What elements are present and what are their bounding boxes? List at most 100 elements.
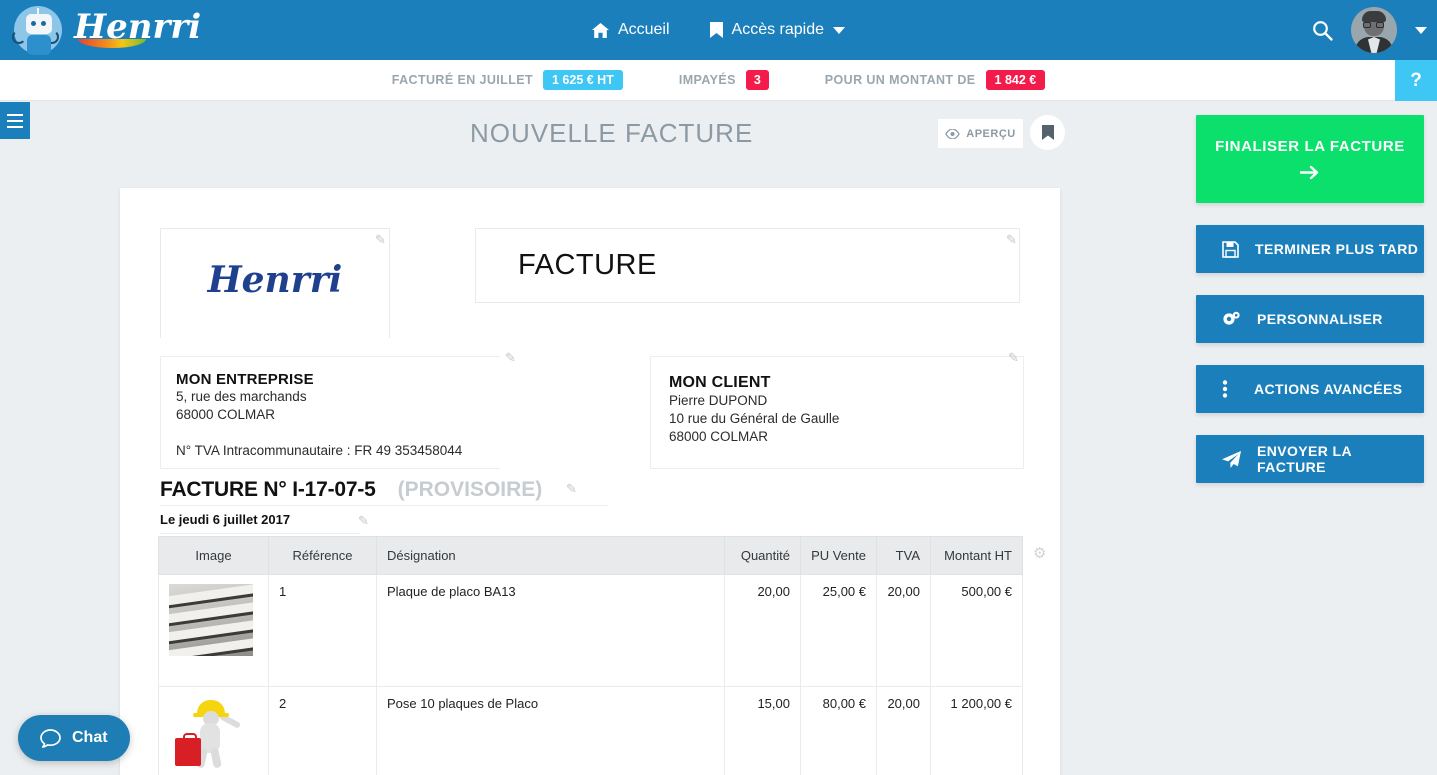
eye-icon — [945, 128, 960, 139]
save-for-later-button[interactable]: TERMINER PLUS TARD — [1196, 225, 1424, 273]
column-header-quantite: Quantité — [724, 536, 801, 575]
bookmark-icon — [1041, 125, 1054, 140]
column-header-image: Image — [158, 536, 269, 575]
home-icon — [591, 22, 609, 38]
edit-pencil-icon[interactable]: ✎ — [358, 514, 369, 527]
worker-thumbnail — [169, 696, 253, 768]
invoice-number: FACTURE N° I-17-07-5 — [160, 477, 376, 501]
paper-plane-icon — [1222, 450, 1241, 468]
nav-item-accueil[interactable]: Accueil — [591, 21, 670, 39]
cell-quantite: 15,00 — [724, 686, 801, 775]
invoice-doctype-block[interactable]: FACTURE — [475, 228, 1020, 303]
cell-designation: Plaque de placo BA13 — [376, 574, 725, 687]
cell-montant-ht: 1 200,00 € — [930, 686, 1023, 775]
customize-button[interactable]: PERSONNALISER — [1196, 295, 1424, 343]
chat-bubble-icon — [40, 728, 61, 748]
edit-pencil-icon[interactable]: ✎ — [1006, 233, 1017, 246]
cell-montant-ht: 500,00 € — [930, 574, 1023, 687]
cell-reference: 2 — [268, 686, 377, 775]
sidebar-toggle-hamburger-icon[interactable] — [0, 102, 30, 139]
cell-reference: 1 — [268, 574, 377, 687]
plaque-thumbnail — [169, 584, 253, 656]
stat-label: POUR UN MONTANT DE — [824, 73, 976, 87]
column-header-designation: Désignation — [376, 536, 725, 575]
stats-bar: FACTURÉ EN JUILLET 1 625 € HT IMPAYÉS 3 … — [0, 60, 1437, 101]
table-settings-gear-icon[interactable]: ⚙ — [1033, 544, 1046, 562]
search-icon[interactable] — [1312, 20, 1333, 41]
actions-sidebar: FINALISER LA FACTURE TERMINER PLUS TARD … — [1181, 101, 1437, 775]
column-header-pu-vente: PU Vente — [800, 536, 877, 575]
page-title: NOUVELLE FACTURE — [470, 118, 754, 148]
preview-button-label: APERÇU — [966, 127, 1016, 140]
save-for-later-label: TERMINER PLUS TARD — [1255, 241, 1419, 257]
nav-label-acces-rapide: Accès rapide — [731, 21, 825, 38]
gears-icon — [1222, 311, 1241, 328]
invoice-number-block[interactable]: FACTURE N° I-17-07-5 (PROVISOIRE) — [160, 474, 608, 506]
cell-image — [158, 574, 269, 687]
column-header-reference: Référence — [268, 536, 377, 575]
invoice-logo-text: Henrri — [207, 258, 343, 301]
table-row[interactable]: 2 Pose 10 plaques de Placo 15,00 80,00 €… — [158, 686, 1023, 775]
user-menu-chevron-down-icon[interactable] — [1415, 26, 1427, 34]
send-invoice-label: ENVOYER LA FACTURE — [1257, 443, 1352, 475]
column-header-montant-ht: Montant HT — [930, 536, 1023, 575]
avatar[interactable] — [1351, 7, 1397, 53]
company-info-block[interactable]: MON ENTREPRISE 5, rue des marchands 6800… — [160, 356, 500, 469]
invoice-logo-block[interactable]: Henrri — [160, 228, 390, 338]
status-badge: 1 842 € — [985, 69, 1046, 91]
table-header-row: Image Référence Désignation Quantité PU … — [158, 536, 1023, 575]
client-address-line1: 10 rue du Général de Gaulle — [669, 411, 840, 426]
nav-item-acces-rapide[interactable]: Accès rapide — [709, 21, 846, 39]
top-navigation-bar: Henrri Accueil Accès rapide — [0, 0, 1437, 60]
edit-pencil-icon[interactable]: ✎ — [375, 233, 386, 246]
company-address-line2: 68000 COLMAR — [176, 407, 276, 422]
stat-label: IMPAYÉS — [678, 73, 736, 87]
invoice-date: Le jeudi 6 juillet 2017 — [160, 512, 291, 527]
finalize-invoice-button[interactable]: FINALISER LA FACTURE — [1196, 115, 1424, 203]
stat-label: FACTURÉ EN JUILLET — [391, 73, 533, 87]
chevron-down-icon[interactable] — [833, 26, 846, 34]
robot-mascot-icon — [8, 2, 64, 58]
edit-pencil-icon[interactable]: ✎ — [505, 351, 516, 364]
help-button[interactable]: ? — [1395, 60, 1437, 101]
customize-label: PERSONNALISER — [1257, 311, 1383, 327]
chat-widget-button[interactable]: Chat — [18, 715, 130, 761]
column-header-tva: TVA — [876, 536, 931, 575]
cell-designation: Pose 10 plaques de Placo — [376, 686, 725, 775]
edit-pencil-icon[interactable]: ✎ — [1008, 351, 1019, 364]
bookmark-button[interactable] — [1030, 115, 1065, 150]
main-nav: Accueil Accès rapide — [0, 0, 1437, 60]
company-vat-number: N° TVA Intracommunautaire : FR 49 353458… — [176, 443, 463, 458]
bookmark-icon — [709, 22, 723, 38]
client-info-block[interactable]: MON CLIENT Pierre DUPOND 10 rue du Génér… — [650, 356, 1024, 469]
cell-tva: 20,00 — [876, 686, 931, 775]
client-contact: Pierre DUPOND — [669, 393, 768, 408]
chat-label: Chat — [72, 729, 108, 746]
preview-button[interactable]: APERÇU — [938, 119, 1023, 148]
status-badge: 1 625 € HT — [543, 69, 623, 91]
client-address-line2: 68000 COLMAR — [669, 429, 769, 444]
stat-facture-mois: FACTURÉ EN JUILLET 1 625 € HT — [391, 69, 623, 91]
company-name: MON ENTREPRISE — [176, 371, 314, 388]
status-badge: 3 — [745, 69, 769, 91]
advanced-actions-label: ACTIONS AVANCÉES — [1254, 381, 1403, 397]
invoice-date-block[interactable]: Le jeudi 6 juillet 2017 — [160, 506, 360, 534]
client-name: MON CLIENT — [669, 374, 771, 391]
stat-impayes: IMPAYÉS 3 — [678, 69, 769, 91]
cell-pu-vente: 80,00 € — [800, 686, 877, 775]
table-row[interactable]: 1 Plaque de placo BA13 20,00 25,00 € 20,… — [158, 574, 1023, 687]
invoice-status-provisional: (PROVISOIRE) — [397, 477, 543, 501]
cell-pu-vente: 25,00 € — [800, 574, 877, 687]
nav-right-group — [1312, 0, 1427, 60]
arrow-right-icon — [1300, 165, 1320, 180]
page-header: NOUVELLE FACTURE APERÇU — [30, 115, 1181, 174]
brand-logo[interactable]: Henrri — [0, 2, 201, 58]
invoice-line-items-table: Image Référence Désignation Quantité PU … — [158, 536, 1023, 775]
finalize-invoice-label: FINALISER LA FACTURE — [1215, 138, 1405, 155]
send-invoice-button[interactable]: ENVOYER LA FACTURE — [1196, 435, 1424, 483]
edit-pencil-icon[interactable]: ✎ — [566, 482, 577, 495]
invoice-doctype-title: FACTURE — [518, 249, 657, 281]
advanced-actions-button[interactable]: ACTIONS AVANCÉES — [1196, 365, 1424, 413]
invoice-document-card: Henrri ✎ FACTURE ✎ MON ENTREPRISE 5, rue… — [120, 188, 1060, 775]
